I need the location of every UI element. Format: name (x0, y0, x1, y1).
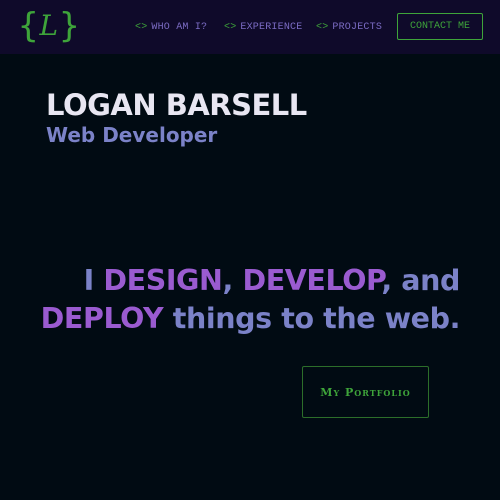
nav-link-who-am-i[interactable]: <> WHO AM I? (135, 14, 207, 40)
logo[interactable]: { L } (18, 6, 80, 46)
nav-label: WHO AM I? (151, 21, 208, 33)
hero-tagline: I DESIGN, DEVELOP, and DEPLOY things to … (40, 262, 461, 338)
tagline-highlight-deploy: DEPLOY (40, 302, 164, 335)
tagline-text: I (83, 264, 104, 297)
logo-open-brace: { (18, 6, 39, 46)
nav-label: EXPERIENCE (240, 21, 303, 33)
my-portfolio-button[interactable]: My Portfolio (302, 366, 429, 418)
tagline-text: , and (381, 264, 460, 297)
top-navbar: { L } <> WHO AM I? <> EXPERIENCE <> PROJ… (0, 0, 500, 54)
nav-link-experience[interactable]: <> EXPERIENCE (224, 14, 302, 40)
hero-name: LOGAN BARSELL (46, 88, 307, 122)
tagline-line-2: DEPLOY things to the web. (40, 300, 461, 338)
code-brackets-icon: <> (135, 21, 148, 33)
contact-me-button[interactable]: CONTACT ME (397, 13, 483, 40)
code-brackets-icon: <> (316, 21, 329, 33)
tagline-line-1: I DESIGN, DEVELOP, and (40, 262, 461, 300)
tagline-highlight-develop: DEVELOP (242, 264, 382, 297)
tagline-text: , (222, 264, 243, 297)
nav-link-projects[interactable]: <> PROJECTS (316, 14, 382, 40)
tagline-text: things to the web. (163, 302, 461, 335)
nav-label: PROJECTS (332, 21, 383, 33)
tagline-highlight-design: DESIGN (103, 264, 223, 297)
code-brackets-icon: <> (224, 21, 237, 33)
hero-role: Web Developer (46, 123, 218, 147)
logo-letter: L (39, 9, 59, 42)
logo-close-brace: } (59, 6, 80, 46)
